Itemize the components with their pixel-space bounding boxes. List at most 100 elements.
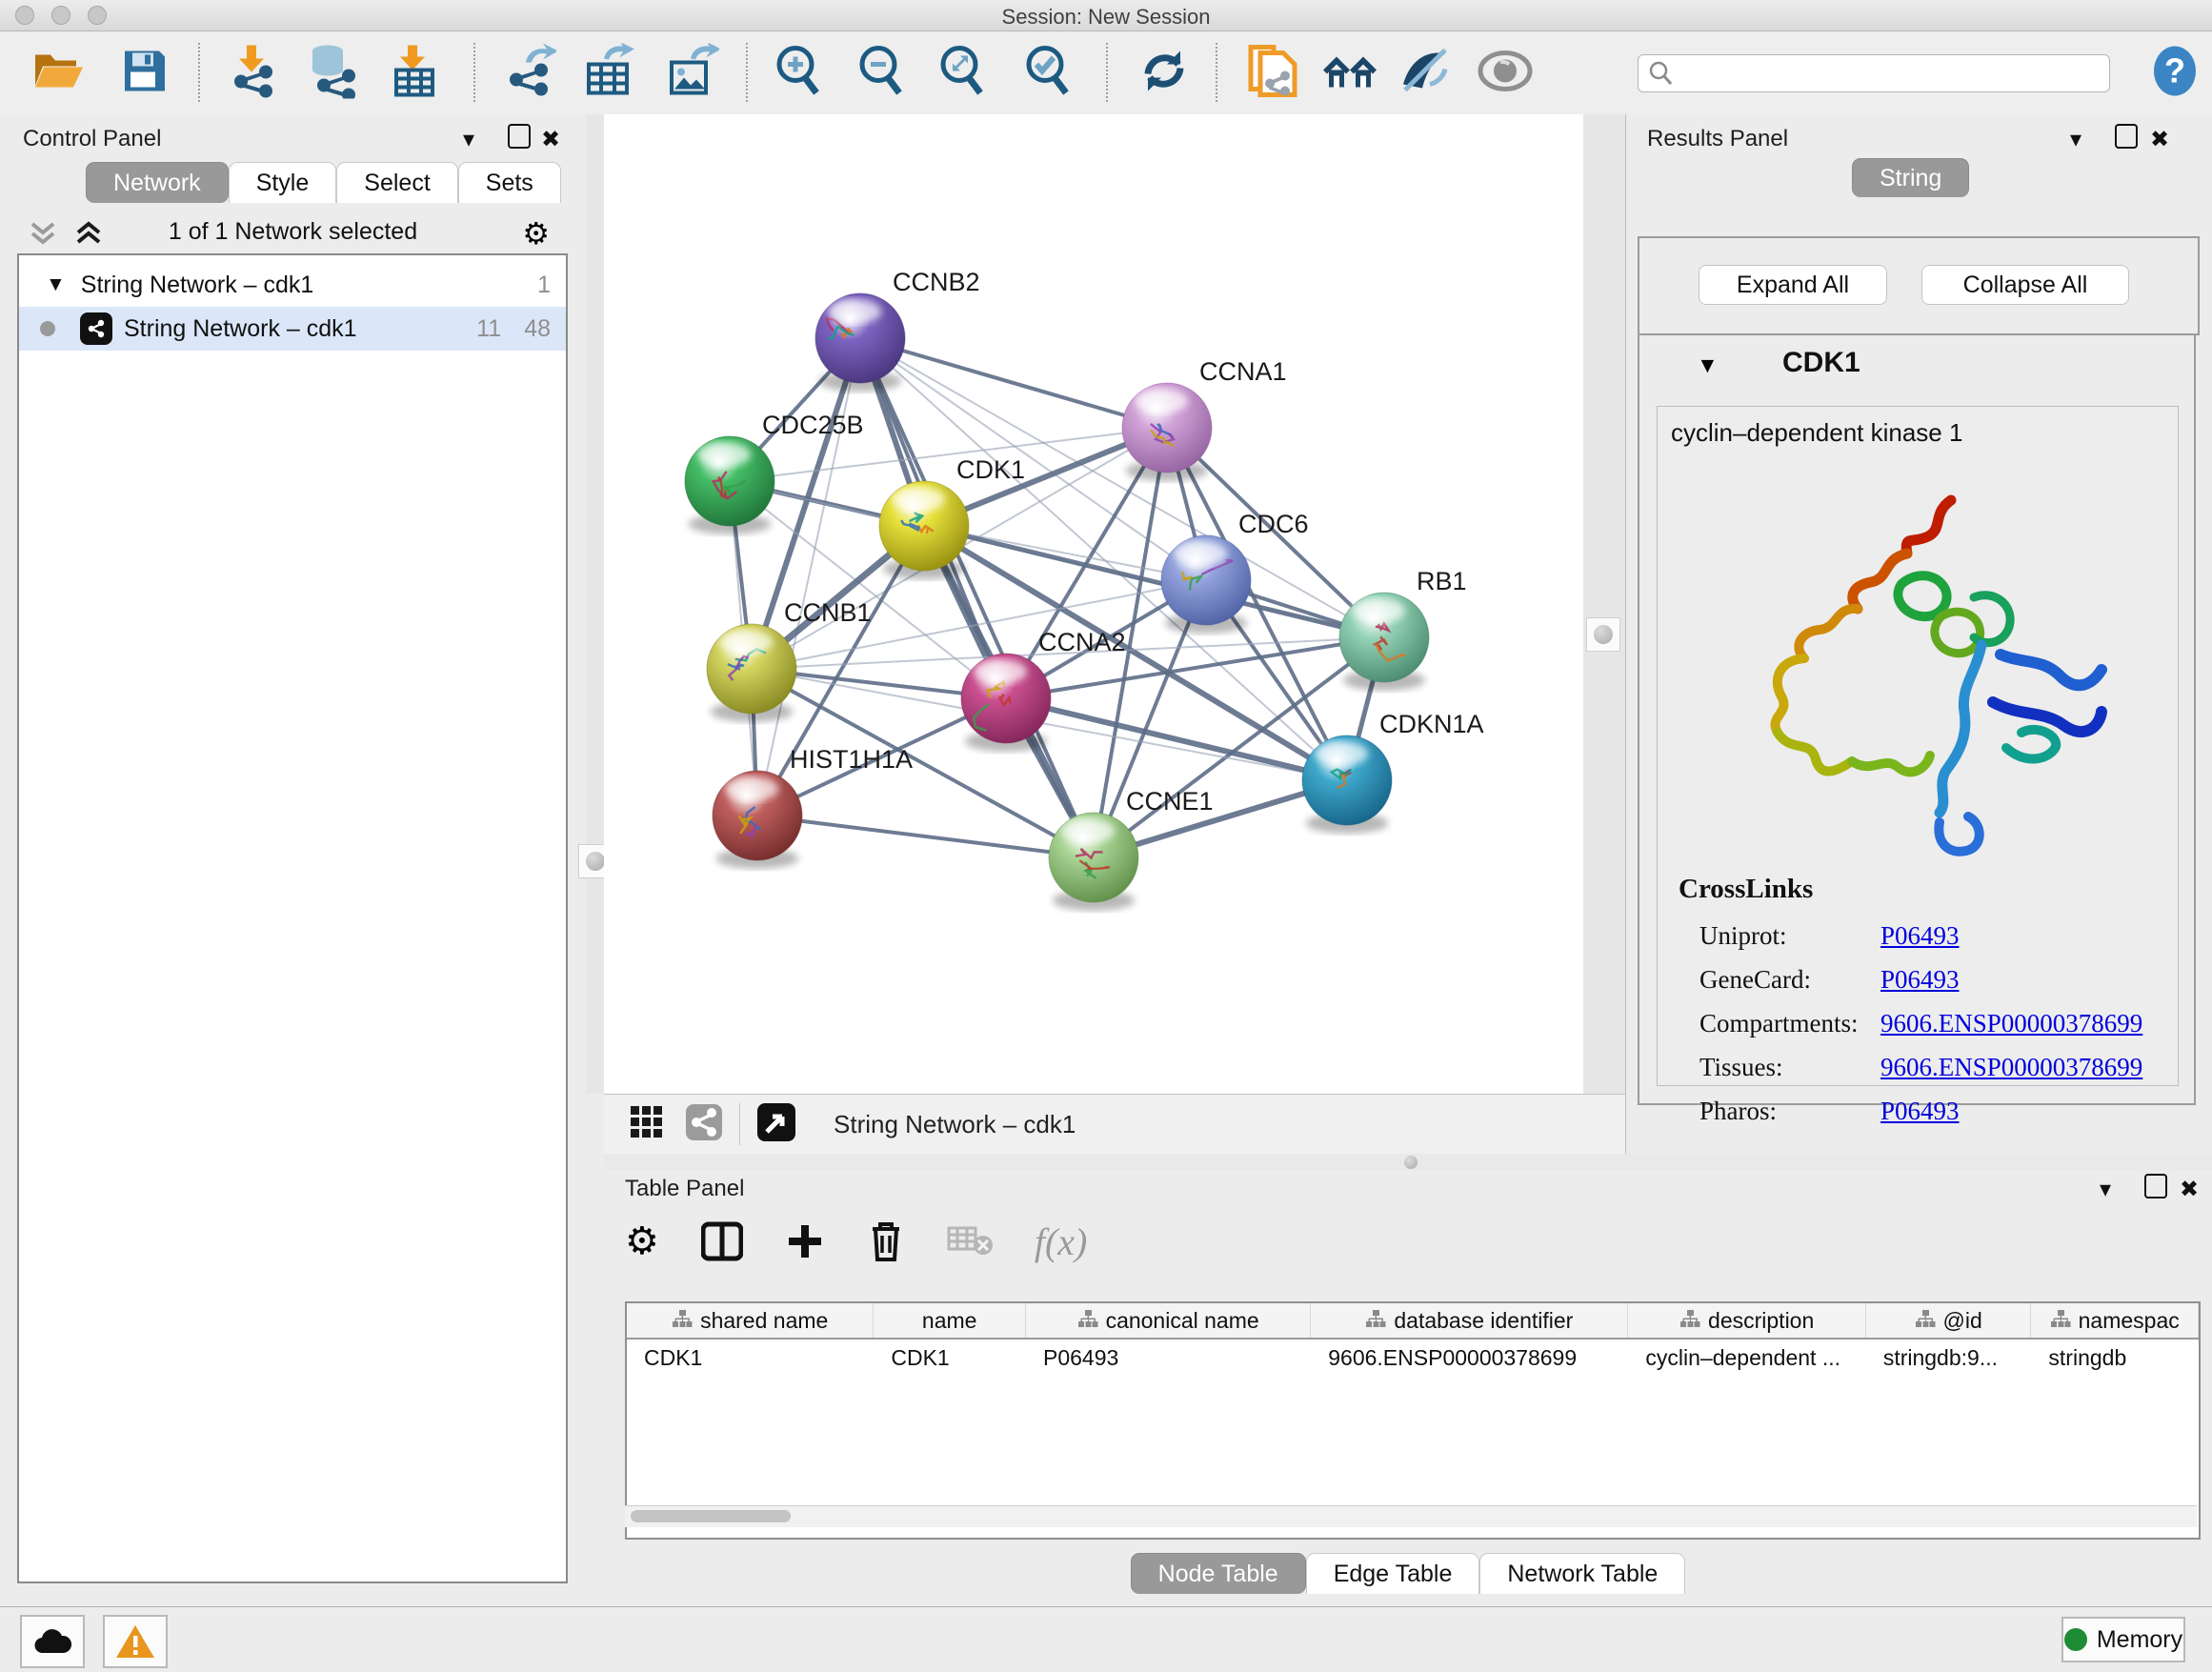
crosslink-row: GeneCard:P06493 [1699, 957, 2157, 1001]
delete-table-icon[interactable] [947, 1224, 993, 1259]
crosslink-link[interactable]: P06493 [1880, 965, 1960, 995]
table-options-gear-icon[interactable]: ⚙ [625, 1219, 659, 1263]
save-session-icon[interactable] [121, 47, 169, 99]
cloud-button[interactable] [20, 1615, 85, 1668]
network-node-HIST1H1A[interactable]: HIST1H1A [713, 745, 913, 869]
table-panel-undock-icon[interactable] [2144, 1174, 2167, 1199]
collapse-all-button[interactable]: Collapse All [1921, 265, 2129, 305]
tab-network-table[interactable]: Network Table [1479, 1553, 1685, 1594]
zoom-fit-icon[interactable] [936, 43, 988, 103]
tree-column-icon [672, 1308, 693, 1334]
network-row[interactable]: String Network – cdk1 11 48 [19, 307, 566, 351]
show-columns-icon[interactable] [701, 1220, 743, 1262]
memory-button[interactable]: Memory [2061, 1617, 2185, 1662]
table-cell: stringdb:9... [1866, 1340, 2032, 1376]
right-splitter-handle[interactable] [1586, 617, 1620, 652]
export-network-icon[interactable] [503, 43, 556, 103]
horizontal-splitter-handle[interactable] [1404, 1156, 1418, 1169]
toolbar-separator [198, 43, 200, 102]
table-panel-close-icon[interactable]: ✖ [2180, 1176, 2199, 1203]
table-horizontal-scrollbar[interactable] [625, 1505, 2197, 1527]
node-table[interactable]: shared namenamecanonical namedatabase id… [625, 1301, 2201, 1540]
table-panel-float-icon[interactable]: ▾ [2100, 1176, 2111, 1203]
zoom-out-icon[interactable] [855, 43, 907, 103]
search-field[interactable] [1682, 59, 2086, 88]
import-network-file-icon[interactable] [226, 43, 279, 103]
column-header-name[interactable]: name [874, 1303, 1026, 1338]
search-input[interactable] [1638, 54, 2110, 92]
control-panel-undock-icon[interactable] [508, 124, 531, 149]
crosslink-link[interactable]: 9606.ENSP00000378699 [1880, 1053, 2142, 1082]
string-view-icon[interactable] [686, 1104, 722, 1145]
add-column-icon[interactable] [785, 1221, 825, 1261]
column-header-@id[interactable]: @id [1866, 1303, 2032, 1338]
results-panel-close-icon[interactable]: ✖ [2150, 126, 2169, 153]
collection-expand-icon[interactable]: ▼ [46, 273, 66, 296]
results-panel-float-icon[interactable]: ▾ [2070, 126, 2081, 153]
function-builder-icon[interactable]: f(x) [1035, 1219, 1088, 1264]
import-network-database-icon[interactable] [303, 43, 360, 103]
birds-eye-toggle-icon[interactable] [757, 1103, 795, 1146]
crosslink-link[interactable]: P06493 [1880, 1097, 1960, 1126]
tab-node-table[interactable]: Node Table [1131, 1553, 1306, 1594]
network-edge[interactable] [924, 526, 1384, 637]
string-import-icon[interactable] [1247, 41, 1298, 105]
table-header-row: shared namenamecanonical namedatabase id… [627, 1303, 2199, 1340]
network-collection-row[interactable]: ▼ String Network – cdk1 1 [19, 263, 566, 307]
network-canvas[interactable]: CCNB2CCNA1CDC25BCDK1CDC6RB1CCNB1CCNA2CDK… [604, 114, 1583, 1094]
expand-all-button[interactable]: Expand All [1699, 265, 1887, 305]
zoom-selected-icon[interactable] [1022, 43, 1074, 103]
results-actions-box: Expand All Collapse All [1638, 236, 2200, 335]
network-node-RB1[interactable]: RB1 [1339, 567, 1467, 691]
network-edge-count: 48 [524, 315, 551, 343]
current-network-title: String Network – cdk1 [834, 1110, 1076, 1139]
left-splitter[interactable] [586, 114, 604, 1094]
column-header-database-identifier[interactable]: database identifier [1311, 1303, 1628, 1338]
tab-edge-table[interactable]: Edge Table [1306, 1553, 1480, 1594]
string-network-icon [80, 312, 112, 345]
control-panel-float-icon[interactable]: ▾ [463, 126, 474, 153]
horizontal-splitter[interactable] [604, 1154, 2212, 1170]
results-panel-undock-icon[interactable] [2115, 124, 2138, 149]
grid-view-icon[interactable] [631, 1106, 663, 1143]
warning-button[interactable] [103, 1615, 168, 1668]
tab-style[interactable]: Style [229, 162, 337, 203]
tab-select[interactable]: Select [336, 162, 457, 203]
crosslink-link[interactable]: 9606.ENSP00000378699 [1880, 1009, 2142, 1038]
table-scrollbar-thumb[interactable] [631, 1510, 791, 1522]
network-node-CDK1[interactable]: CDK1 [879, 455, 1025, 579]
protein-collapse-icon[interactable]: ▼ [1697, 353, 1719, 378]
network-edge[interactable] [757, 816, 1094, 857]
zoom-in-icon[interactable] [773, 43, 824, 103]
export-image-icon[interactable] [666, 43, 719, 103]
column-header-description[interactable]: description [1628, 1303, 1865, 1338]
network-node-CDKN1A[interactable]: CDKN1A [1302, 710, 1484, 834]
table-cell: cyclin–dependent ... [1628, 1340, 1865, 1376]
help-icon[interactable]: ? [2152, 44, 2198, 102]
delete-column-icon[interactable] [867, 1219, 905, 1263]
network-node-CCNE1[interactable]: CCNE1 [1049, 787, 1214, 911]
tab-sets[interactable]: Sets [458, 162, 561, 203]
collection-label: String Network – cdk1 [81, 272, 314, 299]
crosslink-link[interactable]: P06493 [1880, 921, 1960, 951]
column-header-shared-name[interactable]: shared name [627, 1303, 874, 1338]
network-edge[interactable] [860, 338, 1167, 428]
network-options-gear-icon[interactable]: ⚙ [522, 215, 550, 252]
tab-string[interactable]: String [1852, 158, 1969, 197]
refresh-icon[interactable] [1138, 45, 1190, 101]
right-splitter[interactable] [1583, 114, 1628, 1094]
network-edge[interactable] [860, 338, 1094, 857]
expand-all-networks-icon[interactable] [29, 221, 57, 246]
collapse-all-networks-icon[interactable] [74, 221, 103, 246]
column-header-canonical-name[interactable]: canonical name [1026, 1303, 1311, 1338]
string-species-icon[interactable] [1321, 47, 1380, 99]
table-row[interactable]: CDK1CDK1P064939606.ENSP00000378699cyclin… [627, 1340, 2199, 1376]
column-header-namespac[interactable]: namespac [2031, 1303, 2199, 1338]
import-table-file-icon[interactable] [389, 43, 438, 103]
export-table-icon[interactable] [583, 43, 636, 103]
structure-images-icon[interactable] [1478, 49, 1533, 97]
tab-network[interactable]: Network [86, 162, 229, 203]
glass-ball-effect-icon[interactable] [1398, 46, 1453, 100]
control-panel-close-icon[interactable]: ✖ [541, 126, 560, 153]
open-session-icon[interactable] [31, 47, 87, 99]
